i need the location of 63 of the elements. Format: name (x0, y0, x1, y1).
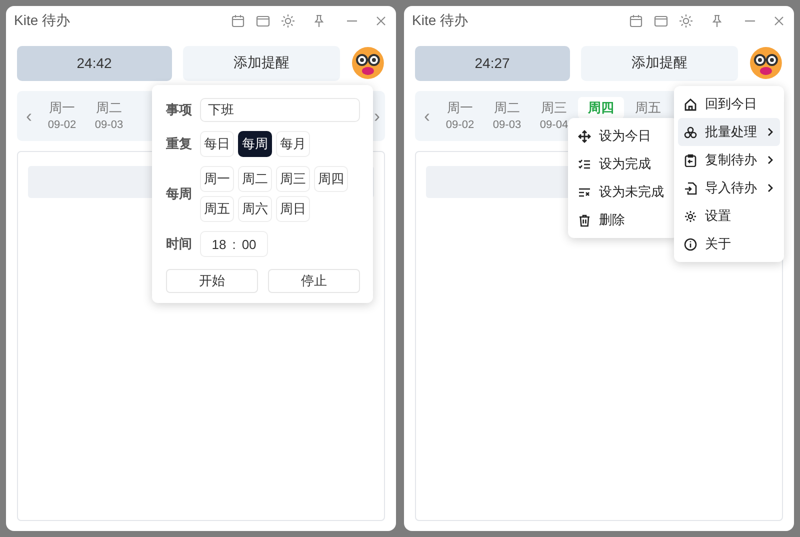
weekday-option[interactable]: 周六 (238, 196, 272, 222)
settings-icon (684, 210, 697, 222)
repeat-option[interactable]: 每日 (200, 131, 234, 157)
time-field[interactable]: 18 : 00 (200, 231, 268, 257)
field-label: 重复 (166, 135, 192, 153)
avatar-icon[interactable] (351, 46, 385, 80)
menu-item[interactable]: 批量处理 (678, 118, 780, 146)
menu-item[interactable]: 回到今日 (678, 90, 780, 118)
checklist-icon (578, 158, 591, 170)
clipboard-icon (684, 154, 697, 166)
close-icon[interactable] (772, 14, 786, 28)
day-tab[interactable]: 周一 09-02 (39, 97, 85, 133)
sun-icon[interactable] (281, 14, 295, 28)
menu-item[interactable]: 设为完成 (572, 150, 674, 178)
chevron-right-icon (767, 155, 774, 165)
trash-icon (578, 214, 591, 226)
calendar-icon[interactable] (629, 14, 643, 28)
window-icon[interactable] (654, 14, 668, 28)
close-icon[interactable] (374, 14, 388, 28)
menu-item[interactable]: 关于 (678, 230, 780, 258)
item-field[interactable]: 下班 (200, 98, 360, 122)
repeat-option[interactable]: 每月 (276, 131, 310, 157)
day-tab[interactable]: 周五 (625, 97, 671, 119)
calendar-icon[interactable] (231, 14, 245, 28)
add-reminder-button[interactable]: 添加提醒 (580, 46, 738, 80)
timer-button[interactable]: 24:42 (17, 46, 172, 80)
weekday-option[interactable]: 周二 (238, 166, 272, 192)
timer-button[interactable]: 24:27 (415, 46, 570, 80)
menu-item[interactable]: 设置 (678, 202, 780, 230)
day-tab[interactable]: 周二 09-03 (86, 97, 132, 133)
field-label: 事项 (166, 101, 192, 119)
day-tab[interactable]: 周二 09-03 (484, 97, 530, 133)
import-icon (684, 182, 697, 194)
add-reminder-button[interactable]: 添加提醒 (182, 46, 340, 80)
list-icon (578, 186, 591, 198)
avatar-icon[interactable] (749, 46, 783, 80)
weekday-option[interactable]: 周一 (200, 166, 234, 192)
chevron-right-icon (767, 127, 774, 137)
weekday-option[interactable]: 周五 (200, 196, 234, 222)
window-icon[interactable] (256, 14, 270, 28)
menu-item[interactable]: 导入待办 (678, 174, 780, 202)
circles-icon (684, 126, 697, 138)
start-button[interactable]: 开始 (166, 269, 258, 293)
menu-item[interactable]: 设为未完成 (572, 178, 674, 206)
pin-icon[interactable] (312, 14, 326, 28)
weekday-option[interactable]: 周三 (276, 166, 310, 192)
window-title: Kite 待办 (412, 12, 468, 30)
chevron-right-icon (767, 183, 774, 193)
window-title: Kite 待办 (14, 12, 70, 30)
info-icon (684, 238, 697, 250)
menu-item[interactable]: 删除 (572, 206, 674, 234)
home-icon (684, 98, 697, 110)
day-tab[interactable]: 周一 09-02 (437, 97, 483, 133)
pin-icon[interactable] (710, 14, 724, 28)
menu-item[interactable]: 复制待办 (678, 146, 780, 174)
stop-button[interactable]: 停止 (268, 269, 360, 293)
move-icon (578, 130, 591, 142)
weekday-option[interactable]: 周日 (276, 196, 310, 222)
sun-icon[interactable] (679, 14, 693, 28)
repeat-option[interactable]: 每周 (238, 131, 272, 157)
field-label: 时间 (166, 235, 192, 253)
weekday-option[interactable]: 周四 (314, 166, 348, 192)
field-label: 每周 (166, 185, 192, 203)
